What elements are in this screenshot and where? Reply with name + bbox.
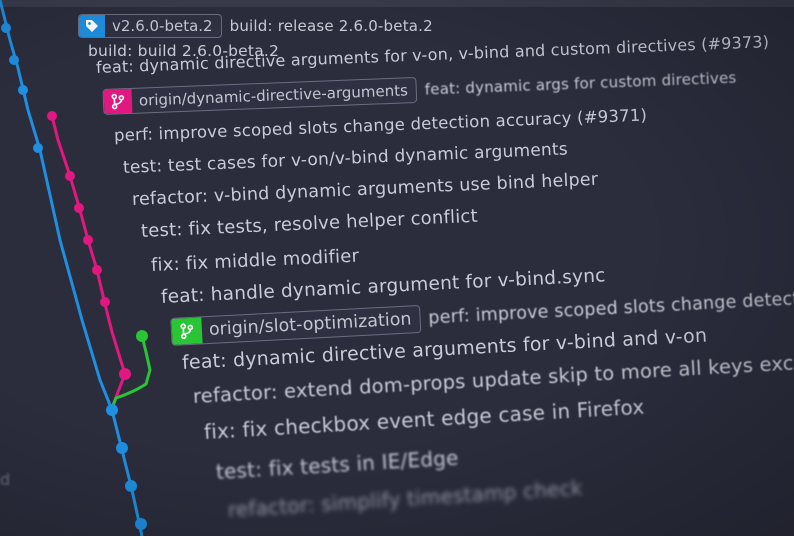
git-branch-icon: [171, 317, 203, 345]
commit-row[interactable]: test: fix tests in IE/Edge: [215, 446, 459, 484]
commit-message: refactor: v-bind dynamic arguments use b…: [131, 169, 599, 210]
git-branch-icon: [103, 88, 133, 114]
commit-row[interactable]: test: test cases for v-on/v-bind dynamic…: [123, 139, 569, 178]
branch-tag-slot[interactable]: origin/slot-optimization: [170, 304, 422, 346]
commit-message: test: fix tests, resolve helper conflict: [140, 205, 479, 242]
commit-row[interactable]: v2.6.0-beta.2 build: release 2.6.0-beta.…: [78, 14, 433, 38]
commit-message: fix: fix middle modifier: [150, 245, 360, 276]
commit-row[interactable]: fix: fix middle modifier: [151, 246, 360, 276]
commit-row[interactable]: refactor: v-bind dynamic arguments use b…: [132, 170, 599, 210]
branch-tag-label: origin/slot-optimization: [208, 309, 412, 340]
branch-tag-dynamic[interactable]: origin/dynamic-directive-arguments: [102, 76, 418, 115]
tag-icon: [79, 15, 105, 37]
commit-message: feat: dynamic args for custom directives: [424, 68, 737, 99]
commit-log: v2.6.0-beta.2 build: release 2.6.0-beta.…: [0, 0, 794, 536]
version-tag[interactable]: v2.6.0-beta.2: [78, 14, 222, 38]
commit-message: test: test cases for v-on/v-bind dynamic…: [122, 139, 569, 178]
commit-message: build: release 2.6.0-beta.2: [229, 17, 433, 35]
commit-message: refactor: simplify timestamp check: [227, 475, 584, 522]
cropped-left-text: d: [0, 470, 11, 489]
version-tag-label: v2.6.0-beta.2: [112, 17, 213, 35]
commit-row[interactable]: refactor: simplify timestamp check: [227, 476, 583, 522]
commit-message: test: fix tests in IE/Edge: [215, 445, 460, 484]
branch-tag-label: origin/dynamic-directive-arguments: [138, 81, 409, 110]
commit-row[interactable]: test: fix tests, resolve helper conflict: [141, 206, 479, 242]
